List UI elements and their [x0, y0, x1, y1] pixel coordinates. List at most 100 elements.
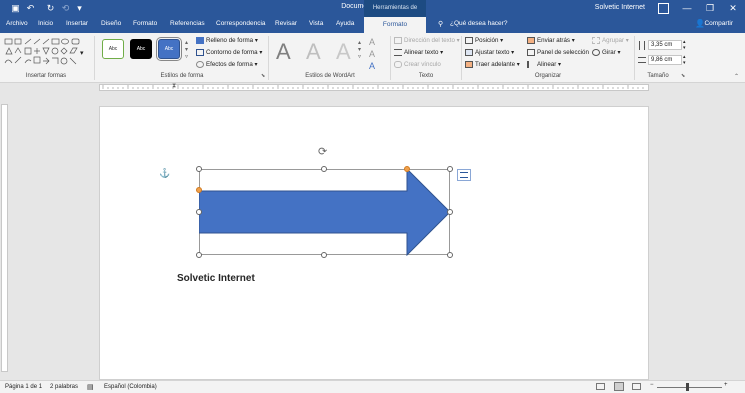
group-divider — [390, 36, 391, 80]
tell-me-input[interactable]: ¿Qué desea hacer? — [450, 20, 507, 27]
tab-diseno[interactable]: Diseño — [101, 20, 121, 27]
tab-insertar[interactable]: Insertar — [66, 20, 88, 27]
minimize-button[interactable]: — — [675, 1, 699, 16]
align-text-label: Alinear texto — [404, 49, 439, 57]
text-direction-label: Dirección del texto — [404, 37, 455, 45]
align-label: Alinear — [537, 61, 557, 69]
edit-shape-icon[interactable]: ▾ — [80, 49, 84, 57]
resize-handle[interactable] — [196, 166, 202, 172]
tab-correspondencia[interactable]: Correspondencia — [216, 20, 266, 27]
wordart-gallery-scroll-icon[interactable]: ▴ ▾ ▿ — [358, 39, 361, 60]
gallery-scroll-icon[interactable]: ▴ ▾ ▿ — [185, 39, 188, 60]
text-fill-icon[interactable]: A — [369, 37, 375, 47]
height-icon — [639, 41, 645, 50]
shape-style-blue[interactable]: Abc — [156, 37, 182, 61]
tab-vista[interactable]: Vista — [309, 20, 323, 27]
align-button[interactable]: Alinear ▾ — [527, 61, 561, 68]
align-icon — [527, 61, 535, 68]
web-layout-icon[interactable] — [632, 383, 641, 390]
create-link-button[interactable]: Crear vínculo — [394, 61, 441, 68]
text-effects-icon[interactable]: A — [369, 61, 375, 71]
link-icon — [394, 61, 402, 68]
rotate-handle-icon[interactable]: ⟳ — [318, 145, 327, 158]
lightbulb-icon: ⚲ — [438, 21, 444, 28]
align-text-icon — [394, 49, 402, 56]
user-name[interactable]: Solvetic Internet — [595, 4, 645, 11]
word-count[interactable]: 2 palabras — [50, 384, 78, 390]
horizontal-ruler[interactable]: ⧗ — [0, 83, 745, 92]
restore-button[interactable]: ❐ — [698, 1, 722, 16]
zoom-thumb[interactable] — [686, 383, 689, 391]
resize-handle[interactable] — [321, 166, 327, 172]
left-indent-marker-icon[interactable]: ⧗ — [172, 83, 176, 90]
width-spinner-icon[interactable]: ▴ ▾ — [683, 54, 686, 66]
tab-referencias[interactable]: Referencias — [170, 20, 205, 27]
shape-effects-button[interactable]: Efectos de forma ▾ — [196, 61, 258, 68]
position-button[interactable]: Posición ▾ — [465, 37, 503, 44]
dialog-launcher-icon[interactable]: ⬊ — [261, 73, 265, 79]
layout-options-button[interactable] — [457, 169, 471, 181]
group-button[interactable]: Agrupar ▾ — [592, 37, 629, 44]
wordart-style-gray[interactable]: A — [276, 39, 291, 65]
bring-forward-button[interactable]: Traer adelante ▾ — [465, 61, 520, 68]
resize-handle[interactable] — [321, 252, 327, 258]
send-backward-button[interactable]: Enviar atrás ▾ — [527, 37, 575, 44]
tab-revisar[interactable]: Revisar — [275, 20, 297, 27]
vertical-ruler[interactable] — [0, 92, 9, 380]
paint-bucket-icon — [196, 37, 204, 44]
wordart-style-outline[interactable]: A — [336, 39, 351, 65]
wrap-text-button[interactable]: Ajustar texto ▾ — [465, 49, 514, 56]
tab-formato-picture[interactable]: Formato — [133, 20, 157, 27]
resize-handle[interactable] — [196, 252, 202, 258]
selection-pane-button[interactable]: Panel de selección — [527, 49, 589, 56]
group-label-shape-styles: Estilos de forma — [160, 73, 204, 79]
right-arrow-shape[interactable] — [199, 169, 451, 256]
wordart-style-light[interactable]: A — [306, 39, 321, 65]
shape-height-input[interactable]: 3,35 cm — [648, 40, 682, 50]
close-button[interactable]: ✕ — [721, 1, 745, 16]
share-button[interactable]: Compartir — [704, 20, 733, 27]
language[interactable]: Español (Colombia) — [104, 384, 157, 390]
rotate-label: Girar — [602, 49, 616, 57]
shape-fill-label: Relleno de forma — [206, 37, 254, 45]
tab-inicio[interactable]: Inicio — [38, 20, 53, 27]
shape-width-input[interactable]: 9,86 cm — [648, 55, 682, 65]
page-count[interactable]: Página 1 de 1 — [5, 384, 42, 390]
resize-handle[interactable] — [447, 252, 453, 258]
zoom-slider[interactable] — [657, 387, 722, 388]
document-text[interactable]: Solvetic Internet — [177, 273, 255, 284]
resize-handle[interactable] — [196, 209, 202, 215]
pen-icon — [196, 49, 204, 56]
print-layout-icon[interactable] — [614, 382, 624, 391]
group-label-wordart: Estilos de WordArt — [305, 73, 355, 79]
zoom-out-button[interactable]: − — [650, 382, 654, 388]
text-direction-button[interactable]: Dirección del texto ▾ — [394, 37, 460, 44]
shape-style-white[interactable]: Abc — [102, 39, 124, 59]
tab-archivo[interactable]: Archivo — [6, 20, 28, 27]
adjust-handle[interactable] — [196, 187, 202, 193]
rotate-button[interactable]: Girar ▾ — [592, 49, 621, 56]
align-text-button[interactable]: Alinear texto ▾ — [394, 49, 443, 56]
document-page[interactable]: ⚓ ⟳ Solvetic Internet — [99, 106, 649, 380]
resize-handle[interactable] — [447, 166, 453, 172]
ribbon-tabs: Archivo Inicio Insertar Diseño Formato R… — [0, 17, 745, 34]
resize-handle[interactable] — [447, 209, 453, 215]
shape-outline-button[interactable]: Contorno de forma ▾ — [196, 49, 262, 56]
tab-formato[interactable]: Formato — [364, 17, 426, 34]
text-outline-icon[interactable]: A — [369, 49, 375, 59]
adjust-handle[interactable] — [404, 166, 410, 172]
group-label-size: Tamaño — [647, 73, 669, 79]
shapes-gallery[interactable] — [3, 37, 91, 71]
proofing-icon[interactable]: ▤ — [87, 383, 94, 391]
ruler-ticks — [102, 85, 644, 89]
collapse-ribbon-icon[interactable]: ⌃ — [734, 73, 739, 80]
height-spinner-icon[interactable]: ▴ ▾ — [683, 39, 686, 51]
size-dialog-launcher-icon[interactable]: ⬊ — [681, 73, 685, 79]
send-backward-icon — [527, 37, 535, 44]
zoom-in-button[interactable]: + — [724, 382, 728, 388]
shape-fill-button[interactable]: Relleno de forma ▾ — [196, 37, 258, 44]
tab-ayuda[interactable]: Ayuda — [336, 20, 354, 27]
ribbon-display-icon[interactable] — [658, 3, 669, 14]
shape-style-black[interactable]: Abc — [130, 39, 152, 59]
read-mode-icon[interactable] — [596, 383, 605, 390]
